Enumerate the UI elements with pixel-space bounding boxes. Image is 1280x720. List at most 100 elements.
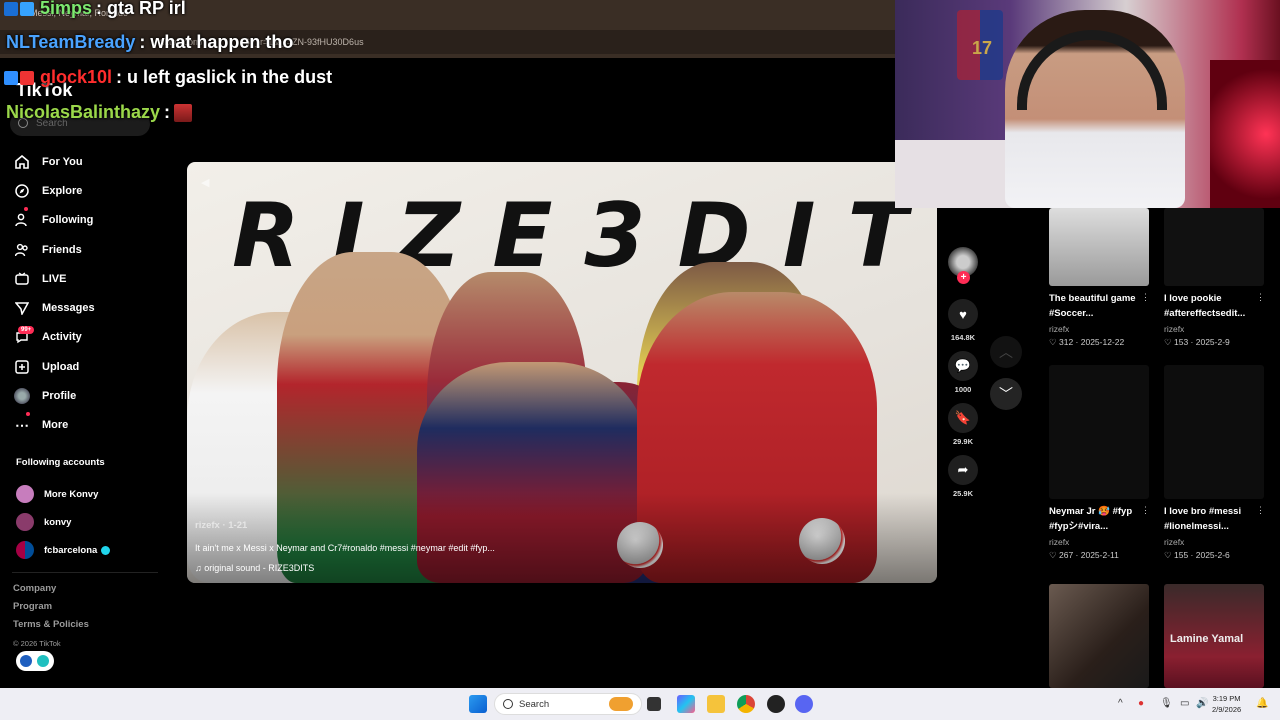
video-card-title[interactable]: I love bro #messi #lionelmessi...	[1164, 504, 1264, 534]
like-button[interactable]: ♥	[948, 299, 978, 329]
sidebar-item-explore[interactable]: Explore	[14, 176, 164, 205]
video-card-title[interactable]: The beautiful game #Soccer...	[1049, 291, 1149, 321]
sidebar-item-label: Friends	[42, 243, 82, 256]
video-card-stats: ♡ 155 · 2025-2-6	[1164, 550, 1230, 560]
network-icon[interactable]: ▭	[1180, 698, 1189, 709]
badge-icon	[20, 70, 34, 85]
mute-icon[interactable]: ◀	[201, 176, 213, 189]
sidebar-item-messages[interactable]: Messages	[14, 293, 164, 322]
video-thumbnail[interactable]	[1164, 208, 1264, 286]
chevron-up-icon[interactable]: ^	[1118, 698, 1123, 709]
clock-time: 3:19 PM	[1212, 694, 1241, 703]
copilot-icon[interactable]	[677, 695, 695, 713]
chat-username: glock10l	[40, 67, 113, 87]
following-account[interactable]: konvy	[16, 508, 110, 536]
more-options-icon[interactable]: ⋮	[1141, 505, 1150, 516]
file-explorer-icon[interactable]	[707, 695, 725, 713]
heart-outline-icon: ♡	[1164, 550, 1174, 560]
more-options-icon[interactable]: ⋮	[1256, 292, 1265, 303]
creator-avatar[interactable]: +	[948, 247, 978, 284]
taskbar: Search ^ ● 🎙 ▭ 🔊 3:19 PM 2/9/2026 🔔	[0, 688, 1280, 720]
app-icon[interactable]	[767, 695, 785, 713]
video-card-author[interactable]: rizefx	[1049, 324, 1069, 334]
tray-app-icon[interactable]: ●	[1138, 698, 1144, 709]
video-card-title[interactable]: Neymar Jr 🥵 #fyp #fypシ#vira...	[1049, 504, 1149, 534]
taskbar-search[interactable]: Search	[494, 693, 642, 715]
windows-start-icon[interactable]	[469, 695, 487, 713]
home-icon	[14, 154, 30, 170]
video-player[interactable]: RIZE3DITS ◀ rizefx · 1-21 It ain't me x …	[187, 162, 937, 583]
following-account[interactable]: More Konvy	[16, 480, 110, 508]
comment-button[interactable]: 💬	[948, 351, 978, 381]
badge-icon	[20, 1, 34, 16]
video-caption[interactable]: It ain't me x Messi x Neymar and Cr7#ron…	[195, 543, 495, 553]
follow-plus-icon[interactable]: +	[957, 271, 970, 284]
bookmark-icon: 🔖	[954, 410, 972, 425]
search-icon	[503, 699, 513, 709]
share-button[interactable]: ➦	[948, 455, 978, 485]
video-sound[interactable]: ♫ original sound - RIZE3DITS	[195, 563, 314, 573]
chevron-down-icon: ﹀	[999, 386, 1013, 402]
video-card-likes: 312	[1058, 337, 1074, 347]
sidebar-item-profile[interactable]: Profile	[14, 381, 164, 410]
video-card-stats: ♡ 312 · 2025-12-22	[1049, 337, 1125, 347]
video-thumbnail[interactable]	[1164, 365, 1264, 499]
more-options-icon[interactable]: ⋮	[1141, 292, 1150, 303]
video-thumbnail[interactable]	[1049, 584, 1149, 688]
shelf	[895, 140, 1015, 208]
more-options-icon[interactable]: ⋮	[1256, 505, 1265, 516]
video-card-title[interactable]: I love pookie #aftereffectsedit...	[1164, 291, 1264, 321]
following-account-name: More Konvy	[44, 488, 99, 500]
badge-icon	[4, 1, 18, 16]
chrome-icon[interactable]	[737, 695, 755, 713]
emote-icon	[174, 103, 193, 122]
video-card-author[interactable]: rizefx	[1164, 537, 1184, 547]
notification-bell-icon[interactable]: 🔔	[1256, 698, 1268, 709]
live-icon	[14, 271, 30, 287]
video-author[interactable]: rizefx · 1-21	[195, 520, 247, 531]
sidebar-item-for-you[interactable]: For You	[14, 147, 164, 176]
task-view-icon[interactable]	[647, 697, 661, 711]
discord-icon[interactable]	[795, 695, 813, 713]
chat-message: NLTeamBready : what happen tho	[6, 32, 293, 53]
chat-message: glock10l : u left gaslick in the dust	[4, 67, 332, 88]
microphone-icon[interactable]: 🎙	[1160, 698, 1173, 709]
next-video-button[interactable]: ﹀	[990, 378, 1022, 410]
video-thumbnail[interactable]	[1049, 208, 1149, 286]
sidebar-item-activity[interactable]: 99+ Activity	[14, 323, 164, 352]
chat-message: 5imps : gta RP irl	[4, 0, 186, 19]
chat-text: : what happen tho	[139, 32, 294, 52]
video-card-author[interactable]: rizefx	[1164, 324, 1184, 334]
following-account-name: konvy	[44, 516, 72, 528]
sidebar-item-more[interactable]: ⋯ More	[14, 411, 164, 440]
footer-link-terms[interactable]: Terms & Policies	[13, 619, 89, 637]
chat-message: NicolasBalinthazy :	[6, 102, 193, 123]
verified-badge-icon	[101, 545, 111, 555]
sidebar-item-following[interactable]: Following	[14, 206, 164, 235]
footer-link-company[interactable]: Company	[13, 583, 89, 601]
system-clock[interactable]: 3:19 PM 2/9/2026	[1212, 693, 1241, 715]
video-card-stats: ♡ 153 · 2025-2-9	[1164, 337, 1230, 347]
extension-icon	[37, 655, 49, 667]
previous-video-button[interactable]: ︿	[990, 336, 1022, 368]
sidebar-item-label: LIVE	[42, 272, 67, 285]
sidebar-item-upload[interactable]: Upload	[14, 352, 164, 381]
save-count: 29.9K	[952, 437, 973, 446]
comment-icon: 💬	[954, 358, 972, 373]
video-thumbnail[interactable]: Lamine Yamal	[1164, 584, 1264, 688]
chat-badges	[4, 70, 36, 85]
extension-pill[interactable]	[16, 651, 54, 671]
rgb-light	[1210, 60, 1280, 208]
save-button[interactable]: 🔖	[948, 403, 978, 433]
sidebar-item-friends[interactable]: Friends	[14, 235, 164, 264]
heart-icon: ♥	[959, 306, 967, 322]
sidebar-item-live[interactable]: LIVE	[14, 264, 164, 293]
video-thumbnail[interactable]	[1049, 365, 1149, 499]
footer-link-program[interactable]: Program	[13, 601, 89, 619]
chat-username: NicolasBalinthazy	[6, 102, 161, 122]
compass-icon	[14, 183, 30, 199]
volume-icon[interactable]: 🔊	[1196, 698, 1208, 709]
video-card-author[interactable]: rizefx	[1049, 537, 1069, 547]
following-account[interactable]: fcbarcelona	[16, 536, 111, 564]
user-follow-icon	[14, 206, 30, 228]
